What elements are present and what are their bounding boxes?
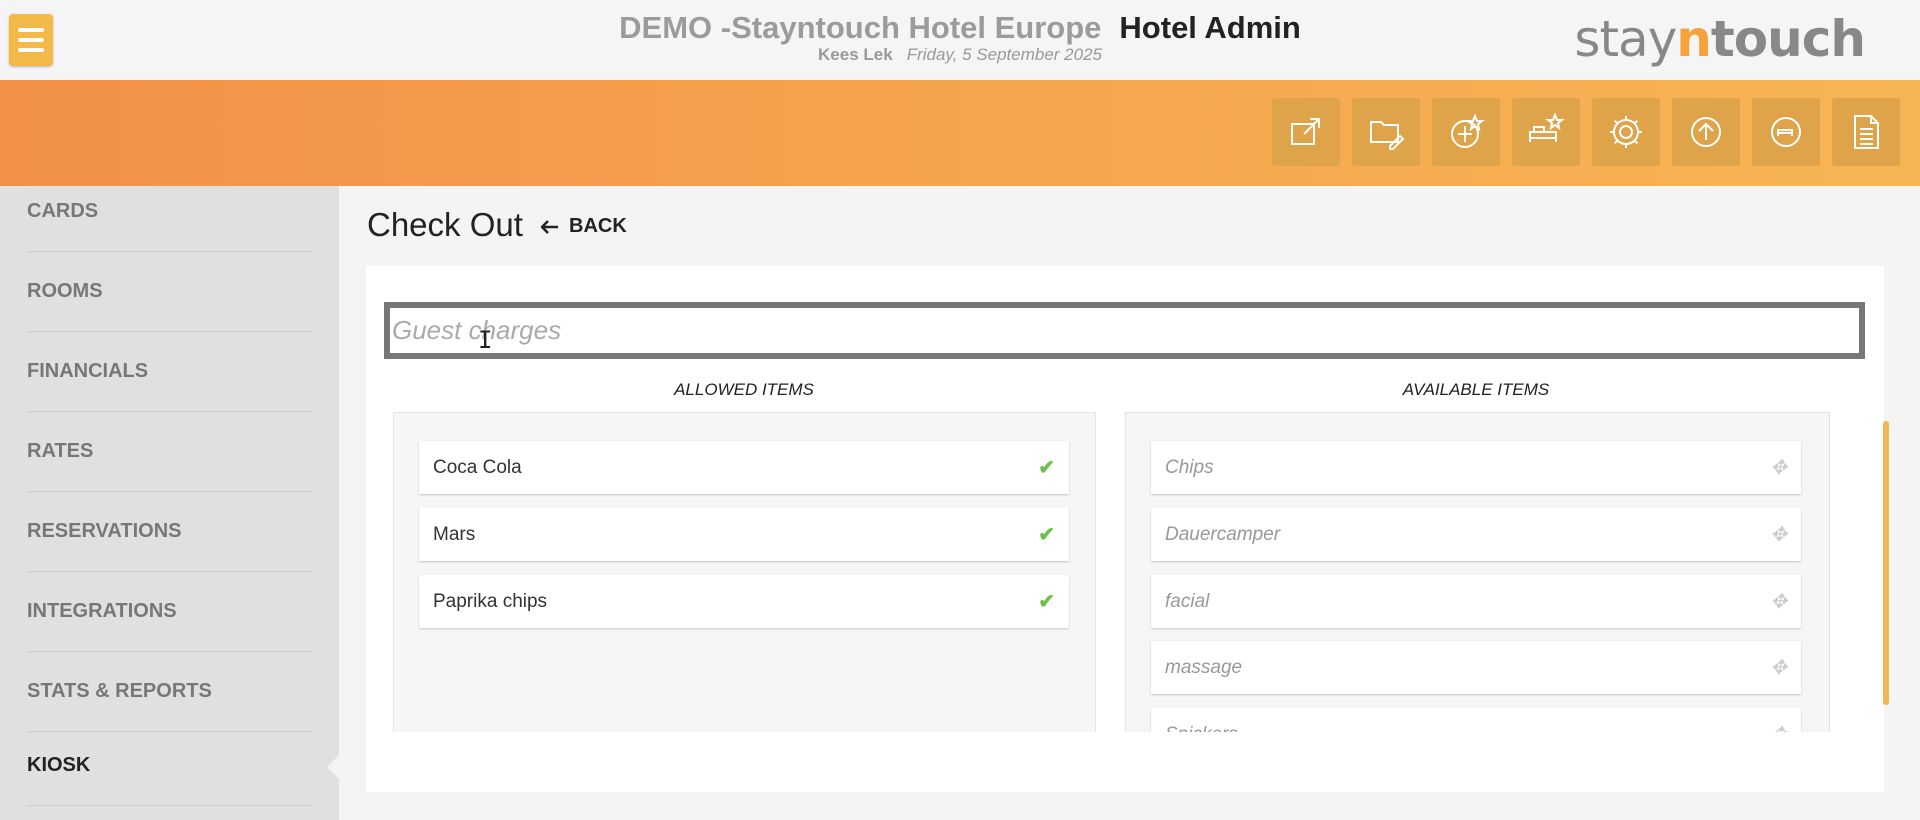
available-items-header: AVAILABLE ITEMS <box>1402 380 1550 399</box>
bed-star-icon <box>1529 112 1565 142</box>
item-label: Paprika chips <box>433 590 548 612</box>
external-link-icon <box>1291 118 1320 145</box>
toolbar <box>1272 98 1900 166</box>
folder-edit-button[interactable] <box>1352 98 1420 166</box>
sidebar-item-integrations[interactable]: INTEGRATIONS <box>27 572 313 652</box>
page-title: Check Out <box>367 206 523 243</box>
sidebar-item-financials[interactable]: FINANCIALS <box>27 332 313 412</box>
item-label: Chips <box>1165 456 1214 478</box>
user-name: Kees Lek <box>818 45 893 64</box>
business-date: Friday, 5 September 2025 <box>906 45 1102 64</box>
check-icon: ✔ <box>1038 457 1055 479</box>
sidebar-item-rooms[interactable]: ROOMS <box>27 252 313 332</box>
available-items-list[interactable]: Chips ✥ Dauercamper ✥ facial ✥ massage ✥… <box>1125 412 1830 732</box>
sidebar-item-cards[interactable]: CARDS <box>27 186 313 252</box>
folder-edit-icon <box>1370 121 1405 150</box>
orange-toolbar-band <box>0 80 1920 186</box>
available-item[interactable]: massage ✥ <box>1151 641 1801 694</box>
sidebar-item-reservations[interactable]: RESERVATIONS <box>27 492 313 572</box>
available-item[interactable]: Snickers ✥ <box>1151 708 1801 732</box>
document-button[interactable] <box>1832 98 1900 166</box>
document-icon <box>1854 115 1879 149</box>
item-label: Mars <box>433 523 476 545</box>
top-header: DEMO -Stayntouch Hotel Europe Hotel Admin… <box>0 0 1920 80</box>
sidebar-nav: CARDS ROOMS FINANCIALS RATES RESERVATION… <box>0 186 339 820</box>
active-item-pointer <box>327 754 340 780</box>
rate-manager-button[interactable] <box>1432 98 1500 166</box>
drag-move-icon: ✥ <box>1770 524 1787 546</box>
upload-button[interactable] <box>1672 98 1740 166</box>
item-label: facial <box>1165 590 1210 612</box>
settings-button[interactable] <box>1592 98 1660 166</box>
upload-icon <box>1691 117 1721 147</box>
item-label: massage <box>1165 656 1243 678</box>
rooms-star-button[interactable] <box>1512 98 1580 166</box>
arrow-left-icon <box>541 219 558 234</box>
external-link-button[interactable] <box>1272 98 1340 166</box>
app-label: Hotel Admin <box>1119 10 1301 45</box>
item-label: Dauercamper <box>1165 523 1281 545</box>
drag-move-icon: ✥ <box>1770 722 1787 732</box>
reservation-icon <box>1771 117 1801 147</box>
check-icon: ✔ <box>1038 591 1055 613</box>
scrollbar-thumb[interactable] <box>1883 421 1889 705</box>
settings-gear-icon <box>1610 116 1642 148</box>
available-item[interactable]: facial ✥ <box>1151 575 1801 628</box>
hotel-name: DEMO -Stayntouch Hotel Europe <box>619 10 1102 45</box>
check-icon: ✔ <box>1038 524 1055 546</box>
allowed-item[interactable]: Mars ✔ <box>419 508 1069 561</box>
sidebar-item-kiosk[interactable]: KIOSK <box>27 726 313 806</box>
available-item[interactable]: Dauercamper ✥ <box>1151 508 1801 561</box>
allowed-item[interactable]: Paprika chips ✔ <box>419 575 1069 628</box>
drag-move-icon: ✥ <box>1770 457 1787 479</box>
allowed-items-header: ALLOWED ITEMS <box>674 380 814 399</box>
available-item[interactable]: Chips ✥ <box>1151 441 1801 494</box>
text-cursor-icon: I <box>478 326 493 354</box>
sidebar-item-rates[interactable]: RATES <box>27 412 313 492</box>
item-label: Snickers <box>1165 724 1238 733</box>
back-button[interactable]: BACK <box>541 215 627 238</box>
back-label: BACK <box>569 215 627 237</box>
drag-move-icon: ✥ <box>1770 657 1787 679</box>
charge-group-name-input[interactable] <box>384 302 1865 359</box>
reservation-button[interactable] <box>1752 98 1820 166</box>
item-label: Coca Cola <box>433 456 522 478</box>
allowed-items-list[interactable]: Coca Cola ✔ Mars ✔ Paprika chips ✔ <box>393 412 1096 732</box>
sidebar-item-stats-reports[interactable]: STATS & REPORTS <box>27 652 313 732</box>
allowed-item[interactable]: Coca Cola ✔ <box>419 441 1069 494</box>
drag-move-icon: ✥ <box>1770 591 1787 613</box>
stayntouch-logo: stayntouch <box>1574 10 1866 68</box>
rate-star-icon <box>1451 113 1485 148</box>
